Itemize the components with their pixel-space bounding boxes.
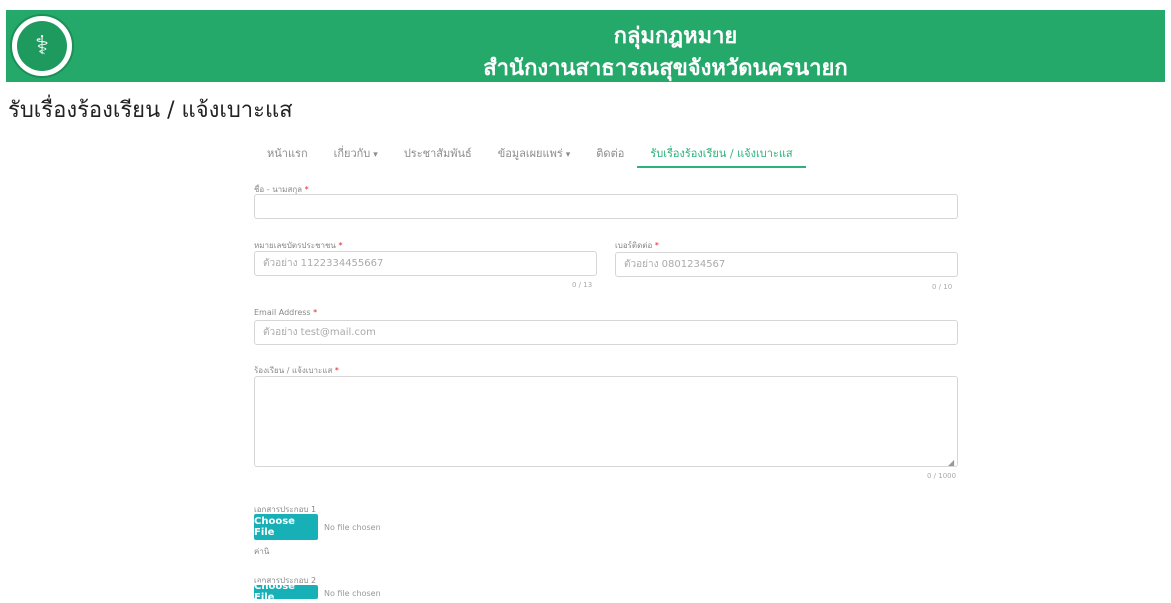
choose-file-button-1[interactable]: Choose File: [254, 514, 318, 540]
phone-counter: 0 / 10: [932, 283, 953, 291]
id-input[interactable]: ตัวอย่าง 1122334455667: [254, 251, 597, 276]
file1-status: No file chosen: [324, 523, 381, 532]
file1-note: ค่านิ: [254, 547, 270, 556]
chevron-down-icon: ▾: [373, 150, 378, 160]
main-nav: หน้าแรก เกี่ยวกับ ▾ ประชาสัมพันธ์ ข้อมูลเ…: [254, 138, 958, 168]
id-counter: 0 / 13: [572, 281, 593, 289]
header-title-line1: กลุ่มกฎหมาย: [613, 24, 738, 49]
email-label: Email Address *: [254, 308, 318, 317]
chevron-down-icon: ▾: [565, 150, 571, 160]
nav-item-about[interactable]: เกี่ยวกับ ▾: [321, 138, 391, 168]
email-input[interactable]: ตัวอย่าง test@mail.com: [254, 320, 958, 345]
phone-input[interactable]: ตัวอย่าง 0801234567: [615, 252, 958, 277]
complaint-counter: 0 / 1000: [927, 472, 957, 480]
header-title-line2: สำนักงานสาธารณสุขจังหวัดนครนายก: [483, 56, 848, 81]
nav-item-home[interactable]: หน้าแรก: [254, 138, 321, 168]
page-title: รับเรื่องร้องเรียน / แจ้งเบาะแส: [8, 98, 293, 123]
complaint-textarea[interactable]: [254, 376, 958, 467]
name-input[interactable]: [254, 194, 958, 219]
site-header: ⚕ กลุ่มกฎหมาย สำนักงานสาธารณสุขจังหวัดนค…: [6, 10, 1165, 82]
nav-item-complaint[interactable]: รับเรื่องร้องเรียน / แจ้งเบาะแส: [637, 138, 806, 168]
nav-item-publications[interactable]: ข้อมูลเผยแพร่ ▾: [485, 138, 584, 168]
nav-item-news[interactable]: ประชาสัมพันธ์: [391, 138, 485, 168]
nav-item-contact[interactable]: ติดต่อ: [583, 138, 637, 168]
phone-label: เบอร์ติดต่อ *: [615, 241, 659, 250]
resize-handle-icon[interactable]: ◢: [948, 458, 954, 467]
